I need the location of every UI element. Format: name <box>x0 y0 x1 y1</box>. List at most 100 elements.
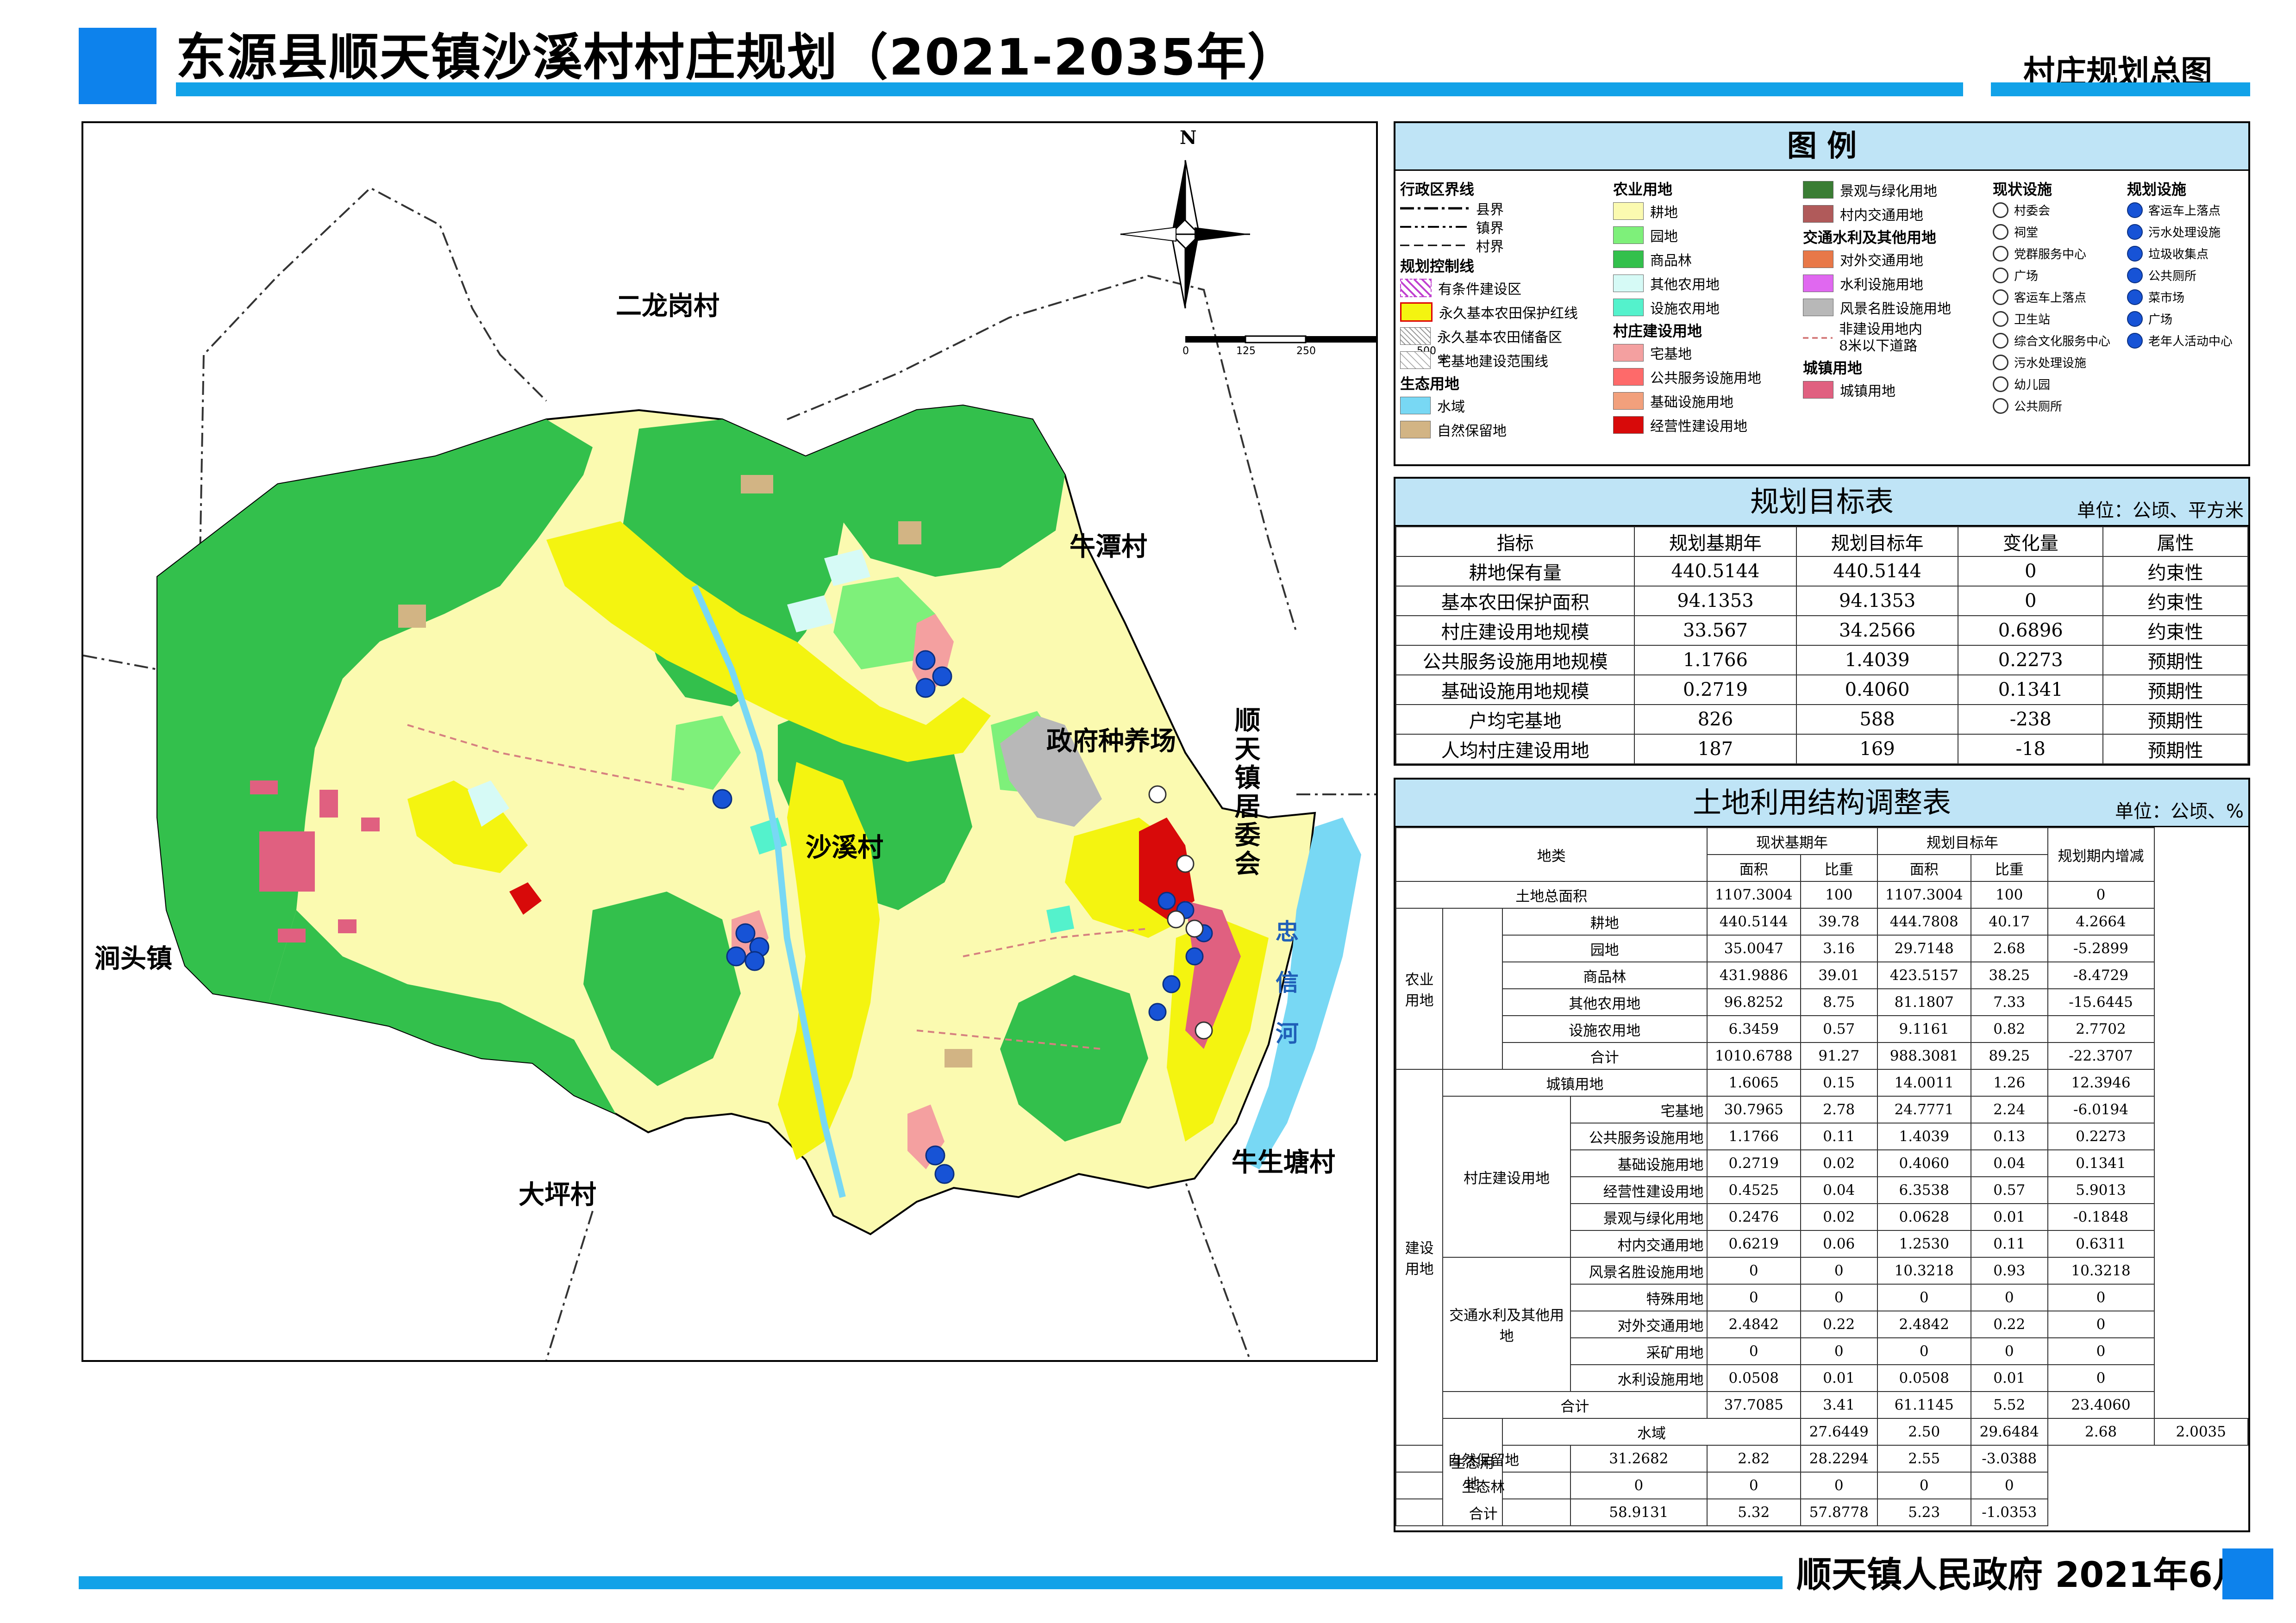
cell: 0 <box>1970 1337 2048 1365</box>
cell: 0.22 <box>1970 1311 2048 1338</box>
place-zhengfu: 政府种养场 <box>1046 726 1176 756</box>
landuse-table-unit: 单位：公顷、% <box>2115 801 2244 822</box>
legend-public: 公共服务设施用地 <box>1613 365 1798 389</box>
cell: 预期性 <box>2102 674 2248 705</box>
legend-existing-7: 污水处理设施 <box>1993 351 2127 373</box>
cell: 34.2566 <box>1796 615 1959 646</box>
legend-town-label: 镇界 <box>1476 220 1504 237</box>
cell: 1010.6788 <box>1706 1042 1801 1070</box>
cell: 0.0508 <box>1706 1364 1801 1392</box>
table-row: 农业用地 耕地 440.5144 39.78 444.7808 40.17 4.2664 <box>1395 908 2248 1070</box>
cell: 10.3218 <box>2047 1257 2155 1285</box>
legend-existing-6-label: 综合文化服务中心 <box>2014 335 2111 349</box>
cell: 35.0047 <box>1706 935 1801 962</box>
cell: 5.32 <box>1706 1498 1801 1526</box>
target-h-4: 属性 <box>2102 526 2248 557</box>
cell: 14.0011 <box>1877 1069 1971 1097</box>
cell: 0 <box>1970 1472 2048 1499</box>
cell: 0.04 <box>1800 1176 1878 1204</box>
landuse-group-agri: 农业用地 <box>1395 908 1444 1070</box>
legend-facility-agri: 设施农用地 <box>1613 295 1798 319</box>
table-row: 耕地保有量 440.5144 440.5144 0 约束性 <box>1395 556 2248 587</box>
cell: -15.6445 <box>2047 988 2155 1016</box>
cell: 988.3081 <box>1877 1042 1971 1070</box>
cell: 村庄建设用地规模 <box>1395 615 1635 646</box>
cell: 宅基地 <box>1570 1096 1708 1124</box>
legend-road-inner: 村内交通用地 <box>1803 202 1988 226</box>
cell: 土地总面积 <box>1395 881 1708 909</box>
cell: 经营性建设用地 <box>1570 1176 1708 1204</box>
legend-heading-town: 城镇用地 <box>1803 359 1863 377</box>
cell: 81.1807 <box>1877 988 1971 1016</box>
legend-existing-0: 村委会 <box>1993 199 2127 221</box>
legend-garden-label: 园地 <box>1650 229 1678 245</box>
cell: 38.25 <box>1970 961 2048 989</box>
cell: 0.13 <box>1970 1123 2048 1150</box>
cell: 57.8778 <box>1800 1498 1878 1526</box>
legend-county-line: 县界 <box>1400 199 1604 218</box>
landuse-table-panel: 土地利用结构调整表 单位：公顷、% 地类 现状基期年 规划目标年 规划期内增减 … <box>1394 778 2250 1532</box>
cell: 2.7702 <box>2047 1015 2155 1043</box>
table-row: 其他农用地 96.8252 8.75 81.1807 7.33 -15.6445 <box>1396 988 2248 1016</box>
cell: 园地 <box>1501 935 1708 962</box>
cell: 1.26 <box>1970 1069 2048 1097</box>
cell: 0.15 <box>1800 1069 1878 1097</box>
homestead-patch <box>259 831 315 892</box>
cell: 4.2664 <box>2047 908 2155 936</box>
table-row: 基础设施用地规模 0.2719 0.4060 0.1341 预期性 <box>1395 674 2248 705</box>
reserve-patch <box>741 475 773 493</box>
landuse-header-row: 地类 现状基期年 规划目标年 规划期内增减 <box>1395 827 2248 882</box>
cell: 0.01 <box>1800 1364 1878 1392</box>
table-row: 自然保留地 31.2682 2.82 28.2294 2.55 -3.0388 <box>1395 1445 2248 1473</box>
legend-facility-agri-label: 设施农用地 <box>1650 301 1720 317</box>
legend-heading-eco: 生态用地 <box>1400 375 1460 393</box>
cell: 生态林 <box>1395 1472 1571 1499</box>
cell: 0 <box>1970 1284 2048 1311</box>
cell: 91.27 <box>1800 1042 1878 1070</box>
landuse-h-base: 现状基期年 <box>1706 827 1878 855</box>
place-erlong: 二龙岗村 <box>616 291 719 321</box>
table-row: 设施农用地 6.3459 0.57 9.1161 0.82 2.7702 <box>1396 1015 2248 1043</box>
cell: 6.3538 <box>1877 1176 1971 1204</box>
cell: 基础设施用地规模 <box>1395 674 1635 705</box>
cell: 2.55 <box>1877 1445 1971 1473</box>
cell: 0.0628 <box>1877 1203 1971 1231</box>
legend-village-line: 村界 <box>1400 236 1604 255</box>
cell: 5.9013 <box>2047 1176 2155 1204</box>
cell: 预期性 <box>2102 704 2248 735</box>
target-table-title: 规划目标表 <box>1750 485 1894 518</box>
target-table-unit: 单位：公顷、平方米 <box>2077 500 2244 521</box>
legend-planned-0-label: 客运车上落点 <box>2148 204 2221 218</box>
legend-col-agri: 农业用地 耕地 园地 商品林 其他农用地 设施农用地 村庄建设用地 宅基地 公共… <box>1613 178 1798 437</box>
cell: 9.1161 <box>1877 1015 1971 1043</box>
cell: 7.33 <box>1970 988 2048 1016</box>
cell: 100 <box>1800 881 1878 909</box>
scale-bar <box>1185 335 1376 343</box>
legend-homestead-range: 宅基地建设范围线 <box>1400 348 1604 372</box>
legend-water-label: 水域 <box>1437 399 1465 415</box>
cell: 0 <box>1800 1257 1878 1285</box>
cell: 440.5144 <box>1796 556 1959 587</box>
cell: 23.4060 <box>2047 1391 2155 1419</box>
cell: 5.52 <box>1970 1391 2048 1419</box>
cell: 0 <box>1706 1337 1801 1365</box>
cell: 0 <box>1877 1284 1971 1311</box>
legend-col-planned: 规划设施 客运车上落点 污水处理设施 垃圾收集点 公共厕所 菜市场 广场 老年人… <box>2127 178 2247 351</box>
cell: -238 <box>1958 704 2104 735</box>
cell: 61.1145 <box>1877 1391 1971 1419</box>
table-row: 生态用地 水域 27.6449 2.50 29.6484 2.68 2.0035 <box>1396 1418 2249 1526</box>
legend-planned-2-label: 垃圾收集点 <box>2148 248 2209 262</box>
cell: 0.57 <box>1800 1015 1878 1043</box>
place-jiantou: 涧头镇 <box>94 943 172 974</box>
legend-homestead-range-label: 宅基地建设范围线 <box>1437 354 1548 370</box>
cell: 0.0508 <box>1877 1364 1971 1392</box>
legend-town: 城镇用地 <box>1803 378 1988 402</box>
cell: 29.7148 <box>1877 935 1971 962</box>
legend-planned-4-label: 菜市场 <box>2148 291 2185 305</box>
header-bar-right <box>1991 82 2250 96</box>
scale-tick-250: 250 <box>1296 345 1316 357</box>
cell: 基础设施用地 <box>1570 1149 1708 1177</box>
cell: 约束性 <box>2102 615 2248 646</box>
cell: 0 <box>1958 586 2104 616</box>
cell: 0 <box>1570 1472 1708 1499</box>
